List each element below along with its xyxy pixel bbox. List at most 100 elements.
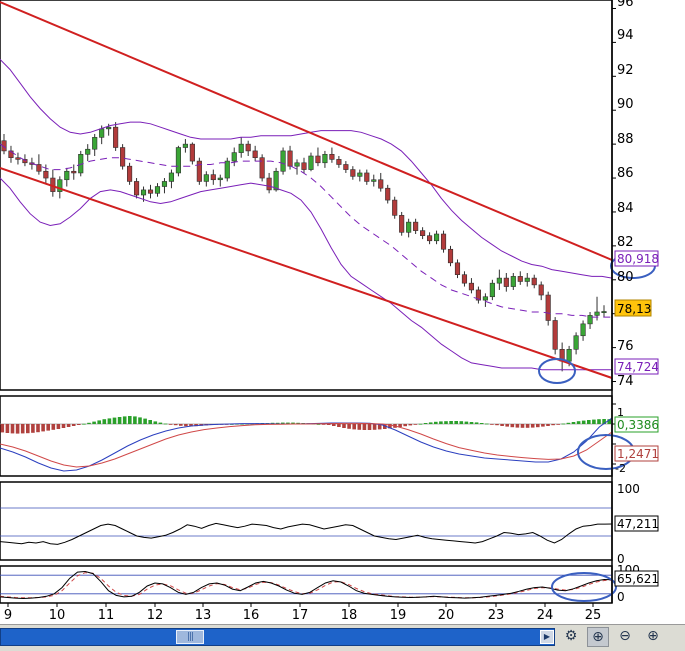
candle-body [440,233,447,250]
candle-body [147,189,154,194]
macd-histogram-bar [97,420,101,424]
candle-body [385,187,391,201]
candle-body [120,147,126,167]
scroll-right-arrow-icon[interactable]: ▶ [540,630,554,644]
macd-histogram-bar [352,424,356,430]
candle-body [182,143,188,148]
candle-body [161,181,168,187]
candle-body [357,172,363,177]
panel-frame [0,565,613,604]
last-price-value: 78,13 [617,302,651,316]
candle-body [364,172,370,182]
scrollbar-thumb[interactable]: ||| [176,630,204,644]
macd-histogram-bar [439,421,443,424]
upper-band-value: 80,918 [617,252,659,266]
macd-histogram-bar [153,421,158,424]
candle-body [64,170,70,181]
macd-histogram-bar [413,424,418,425]
macd-histogram-bar [561,423,566,425]
candle-body [154,186,161,194]
macd-histogram-bar [87,422,91,424]
macd-histogram-bar [556,424,560,425]
macd-histogram-bar [107,418,112,424]
macd-histogram-bar [26,424,30,434]
candle-body [503,277,509,287]
candle-body [392,199,398,216]
macd-histogram-bar [459,421,464,424]
macd-histogram-bar [592,419,596,424]
panel-frame [0,395,613,477]
macd-histogram-bar [41,424,45,432]
candle-body [175,147,181,174]
price-y-tick: 84 [617,201,634,216]
candle-body [127,165,133,182]
candle-body [231,152,237,162]
candle-body [601,311,607,313]
macd-histogram-bar [173,424,178,426]
candle-body [406,221,412,233]
zoom-out-icon[interactable]: ⊖ [614,627,636,647]
macd-histogram-bar [66,424,71,427]
price-y-tick: 74 [617,374,634,389]
price-y-tick: 82 [617,235,634,250]
price-y-tick: 76 [617,339,634,354]
candle-body [43,170,49,179]
macd-histogram-bar [168,424,173,425]
macd-histogram-bar [566,422,571,424]
stoch-value: 65,621 [617,572,659,586]
macd-histogram-bar [571,422,576,424]
chart-window: 9 10 11 12 13 16 17 18 19 20 23 24 25 96… [0,0,685,651]
candle-body [545,294,551,321]
macd-histogram-bar [515,424,520,428]
candle-body [496,277,502,284]
candle-body [531,277,537,286]
macd-histogram-bar [342,424,346,428]
candle-body [203,174,209,182]
macd-histogram-bar [490,424,494,425]
macd-histogram-bar [581,420,586,424]
candle-body [245,143,251,152]
zoom-in-icon[interactable]: ⊕ [642,627,664,647]
candle-body [252,150,258,158]
x-tick-label: 16 [243,608,260,623]
horizontal-scrollbar[interactable]: ||| ▶ [0,628,555,646]
macd-histogram-bar [102,419,107,424]
macd-histogram-bar [403,424,407,427]
x-tick-label: 11 [98,608,115,623]
macd-histogram-bar [184,424,188,427]
macd-histogram-bar [372,424,377,430]
macd-histogram-bar [133,416,137,424]
candle-body [168,172,175,182]
macd-histogram-bar [551,424,555,426]
macd-histogram-bar [31,424,35,433]
candle-body [580,323,586,337]
macd-histogram-bar [112,417,117,424]
macd-histogram-bar [520,424,525,428]
macd-histogram-bar [128,416,132,424]
candle-body [322,154,328,164]
macd-histogram-bar [5,424,10,433]
x-tick-label: 18 [341,608,358,623]
candle-body [238,143,244,153]
candle-body [280,150,286,172]
chart-tool-icon[interactable]: ⚙ [560,627,582,647]
candle-body [594,311,600,316]
candle-body [573,335,579,350]
macd-value: 1,2471 [617,447,659,461]
panel-frame [0,481,613,561]
macd-histogram-bar [82,423,86,425]
x-tick-label: 9 [4,608,12,623]
macd-histogram-bar [143,418,147,424]
price-y-tick: 88 [617,132,634,147]
zoom-select-icon[interactable]: ⊕ [587,627,609,647]
macd-histogram-bar [449,421,453,424]
candle-body [517,276,523,282]
x-tick-label: 19 [390,608,407,623]
candle-body [489,282,495,298]
macd-y-tick: -2 [615,462,626,475]
macd-histogram-bar [71,424,76,426]
x-tick-label: 20 [438,608,455,623]
macd-histogram-bar [454,421,458,424]
macd-histogram-bar [510,424,515,428]
macd-histogram-bar [367,424,372,430]
